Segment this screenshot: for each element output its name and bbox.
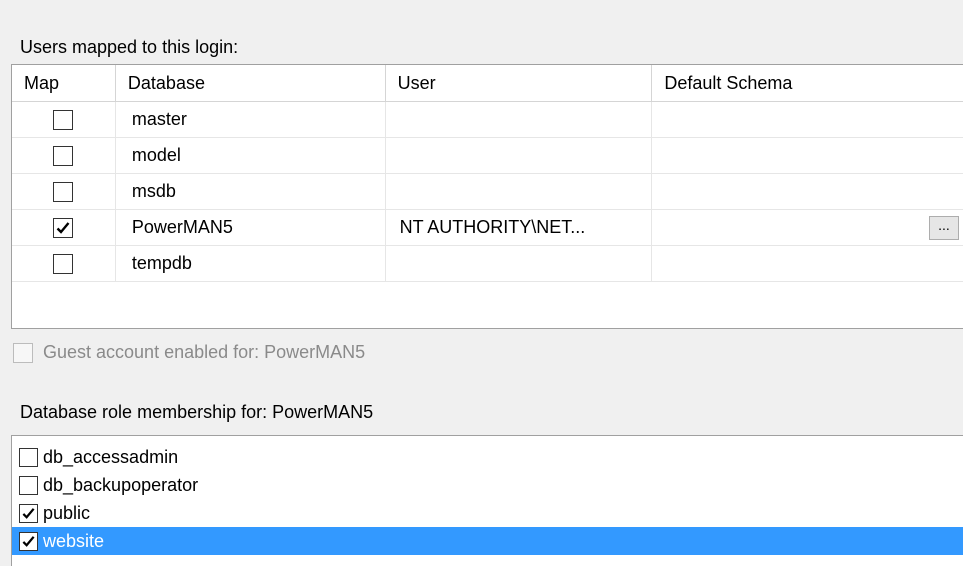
role-membership-list[interactable]: db_accessadmin db_backupoperator public … — [11, 435, 963, 566]
map-checkbox-powerman5[interactable] — [53, 218, 74, 238]
grid-row-msdb[interactable]: msdb — [12, 174, 963, 210]
database-cell: PowerMAN5 — [116, 210, 386, 246]
role-item-public[interactable]: public — [12, 499, 963, 527]
role-label: db_accessadmin — [43, 446, 179, 467]
map-cell — [12, 246, 116, 282]
grid-row-model[interactable]: model — [12, 138, 963, 174]
map-cell — [12, 138, 116, 174]
default-schema-cell[interactable] — [652, 246, 963, 282]
database-cell: msdb — [116, 174, 386, 210]
checkmark-icon — [57, 222, 70, 234]
default-schema-cell[interactable] — [652, 138, 963, 174]
role-checkbox[interactable] — [19, 447, 38, 467]
map-checkbox-master[interactable] — [53, 110, 74, 130]
database-cell: master — [116, 102, 386, 138]
default-schema-cell[interactable] — [652, 102, 963, 138]
map-cell — [12, 102, 116, 138]
browse-schema-button[interactable]: ... — [929, 216, 959, 240]
role-membership-label: Database role membership for: PowerMAN5 — [20, 402, 374, 422]
login-properties-user-mapping: Users mapped to this login: Map Database… — [0, 0, 963, 566]
user-cell[interactable] — [386, 246, 653, 282]
guest-account-checkbox — [13, 342, 33, 363]
grid-header: Map Database User Default Schema — [12, 65, 963, 102]
column-header-user[interactable]: User — [386, 65, 653, 101]
map-cell — [12, 210, 116, 246]
user-cell[interactable] — [386, 102, 653, 138]
users-mapped-label: Users mapped to this login: — [20, 37, 239, 57]
database-cell: tempdb — [116, 246, 386, 282]
role-checkbox[interactable] — [19, 475, 38, 495]
role-label: public — [43, 502, 91, 523]
map-checkbox-tempdb[interactable] — [53, 254, 74, 274]
role-item-db-backupoperator[interactable]: db_backupoperator — [12, 471, 963, 499]
map-checkbox-model[interactable] — [53, 146, 74, 166]
user-cell[interactable]: NT AUTHORITY\NET... — [386, 210, 653, 246]
map-checkbox-msdb[interactable] — [53, 182, 74, 202]
default-schema-cell[interactable]: ... — [652, 210, 963, 246]
user-cell[interactable] — [386, 174, 653, 210]
column-header-database[interactable]: Database — [116, 65, 386, 101]
default-schema-cell[interactable] — [652, 174, 963, 210]
role-label: db_backupoperator — [43, 474, 199, 495]
checkmark-icon — [22, 535, 35, 547]
role-checkbox[interactable] — [19, 531, 38, 551]
map-cell — [12, 174, 116, 210]
role-item-db-accessadmin[interactable]: db_accessadmin — [12, 443, 963, 471]
database-cell: model — [116, 138, 386, 174]
role-checkbox[interactable] — [19, 503, 38, 523]
grid-row-powerman5[interactable]: PowerMAN5 NT AUTHORITY\NET... ... — [12, 210, 963, 246]
role-item-website[interactable]: website — [12, 527, 963, 555]
users-mapping-grid[interactable]: Map Database User Default Schema master … — [11, 64, 963, 329]
column-header-default-schema[interactable]: Default Schema — [652, 65, 963, 101]
checkmark-icon — [22, 507, 35, 519]
role-label: website — [43, 530, 105, 551]
column-header-map[interactable]: Map — [12, 65, 116, 101]
guest-account-label: Guest account enabled for: PowerMAN5 — [43, 342, 366, 362]
grid-row-tempdb[interactable]: tempdb — [12, 246, 963, 282]
grid-row-master[interactable]: master — [12, 102, 963, 138]
user-cell[interactable] — [386, 138, 653, 174]
guest-account-option: Guest account enabled for: PowerMAN5 — [13, 342, 365, 363]
